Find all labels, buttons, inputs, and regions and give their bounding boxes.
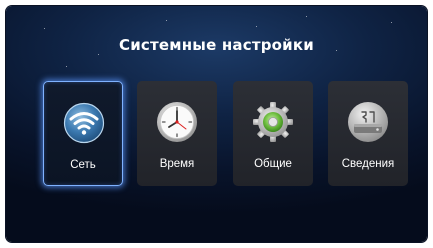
clock-icon — [157, 102, 197, 142]
menu-item-label: Сведения — [341, 158, 395, 170]
background-star — [256, 26, 257, 27]
background-star — [166, 20, 167, 21]
gear-icon — [253, 102, 293, 142]
settings-screen: Системные настройки Сеть Время Общие Све… — [6, 6, 427, 242]
menu-item-general[interactable]: Общие — [233, 81, 313, 186]
background-star — [44, 28, 45, 29]
background-star — [66, 66, 67, 67]
background-star — [306, 16, 307, 17]
wifi-icon — [63, 102, 105, 144]
background-star — [391, 22, 392, 23]
menu-item-label: Общие — [254, 158, 292, 170]
page-title: Системные настройки — [119, 36, 314, 54]
info-icon — [348, 102, 388, 142]
background-star — [98, 54, 99, 55]
menu-item-network[interactable]: Сеть — [43, 81, 123, 186]
menu-item-label: Время — [159, 158, 195, 170]
menu-item-info[interactable]: Сведения — [328, 81, 408, 186]
menu-item-label: Сеть — [70, 159, 96, 171]
menu-item-time[interactable]: Время — [137, 81, 217, 186]
